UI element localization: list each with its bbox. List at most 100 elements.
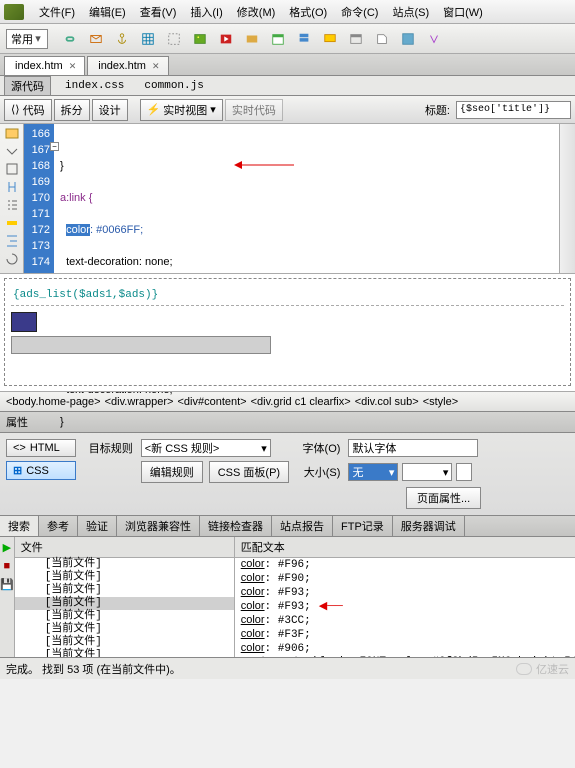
div-icon[interactable]: [164, 29, 184, 49]
comment-icon[interactable]: [320, 29, 340, 49]
menu-insert[interactable]: 插入(I): [183, 4, 229, 20]
status-bar: 完成。 找到 53 项 (在当前文件中)。 亿速云: [0, 657, 575, 679]
templates-icon[interactable]: [398, 29, 418, 49]
live-code-button: 实时代码: [225, 99, 283, 121]
subtab-css[interactable]: index.css: [59, 79, 130, 93]
column-header[interactable]: 文件: [15, 537, 234, 558]
menu-file[interactable]: 文件(F): [32, 4, 82, 20]
line-numbers-icon[interactable]: [5, 198, 19, 212]
page-properties-button[interactable]: 页面属性...: [406, 487, 481, 509]
chevron-down-icon: ▾: [210, 103, 216, 116]
design-preview[interactable]: {ads_list($ads1,$ads)}: [0, 274, 575, 392]
email-icon[interactable]: [86, 29, 106, 49]
list-item[interactable]: color: #F93;: [235, 586, 575, 600]
hyperlink-icon[interactable]: [60, 29, 80, 49]
list-item-selected[interactable]: [当前文件]: [15, 597, 234, 610]
live-view-button[interactable]: ⚡实时视图▾: [140, 99, 223, 121]
fold-icon[interactable]: −: [50, 142, 59, 151]
scrollbar[interactable]: [559, 124, 575, 273]
tab-validate[interactable]: 验证: [78, 516, 117, 536]
list-item[interactable]: ...target=_blank><FONT color=#6f2bd5><IM…: [235, 656, 575, 657]
tab-compat[interactable]: 浏览器兼容性: [117, 516, 200, 536]
list-item[interactable]: [当前文件]: [15, 571, 234, 584]
tab-search[interactable]: 搜索: [0, 516, 39, 536]
list-item[interactable]: [当前文件]: [15, 649, 234, 657]
indent-icon[interactable]: [5, 234, 19, 248]
code-editor: 166167168169170171172173174 − } a:link {…: [0, 124, 575, 274]
table-icon[interactable]: [138, 29, 158, 49]
close-icon[interactable]: ✕: [152, 61, 160, 72]
date-icon[interactable]: [268, 29, 288, 49]
tab-link-checker[interactable]: 链接检查器: [200, 516, 272, 536]
image-icon[interactable]: [190, 29, 210, 49]
menubar: 文件(F) 编辑(E) 查看(V) 插入(I) 修改(M) 格式(O) 命令(C…: [0, 0, 575, 24]
button-label: 设计: [99, 102, 121, 118]
title-input[interactable]: [456, 101, 571, 119]
related-files-bar: 源代码 index.css common.js: [0, 76, 575, 96]
toolbar-mode-combo[interactable]: 常用 ▾: [6, 29, 48, 49]
cloud-icon: [516, 663, 532, 675]
button-label: 实时代码: [232, 102, 276, 118]
selection-box[interactable]: [11, 336, 271, 354]
tab-site-report[interactable]: 站点报告: [272, 516, 333, 536]
list-item[interactable]: color: #F3F;: [235, 628, 575, 642]
menu-command[interactable]: 命令(C): [334, 4, 385, 20]
split-view-button[interactable]: 拆分: [54, 99, 90, 121]
menu-window[interactable]: 窗口(W): [436, 4, 490, 20]
list-item[interactable]: color: #3CC;: [235, 614, 575, 628]
code-view-button[interactable]: ⟨⟩代码: [4, 99, 52, 121]
highlight-icon[interactable]: [5, 216, 19, 230]
stop-icon[interactable]: ■: [4, 560, 11, 572]
document-tabs: index.htm ✕ index.htm ✕: [0, 54, 575, 76]
code-content[interactable]: − } a:link { color: #0066FF; text-decora…: [54, 124, 559, 273]
annotation-arrow-icon: ◀──: [319, 600, 343, 613]
list-item[interactable]: color: #F96;: [235, 558, 575, 572]
server-icon[interactable]: [294, 29, 314, 49]
head-icon[interactable]: [346, 29, 366, 49]
widget-icon[interactable]: [242, 29, 262, 49]
menu-format[interactable]: 格式(O): [282, 4, 334, 20]
list-item[interactable]: color: #906;: [235, 642, 575, 656]
tab-index-1[interactable]: index.htm ✕: [4, 56, 85, 75]
tab-label: index.htm: [98, 60, 146, 72]
list-item[interactable]: [当前文件]: [15, 584, 234, 597]
css-icon: ⊞: [13, 464, 22, 477]
tag-icon[interactable]: [424, 29, 444, 49]
select-parent-icon[interactable]: [5, 180, 19, 194]
code-icon: ⟨⟩: [11, 103, 20, 116]
anchor-icon[interactable]: [112, 29, 132, 49]
tab-ftp-log[interactable]: FTP记录: [333, 516, 393, 536]
expand-icon[interactable]: [5, 162, 19, 176]
list-item[interactable]: [当前文件]: [15, 623, 234, 636]
annotation-arrow-icon: [234, 159, 294, 171]
subtab-js[interactable]: common.js: [138, 79, 209, 93]
menu-site[interactable]: 站点(S): [385, 4, 436, 20]
collapse-icon[interactable]: [5, 144, 19, 158]
column-header[interactable]: 匹配文本: [235, 537, 575, 558]
save-icon[interactable]: 💾: [0, 578, 14, 591]
tab-server-debug[interactable]: 服务器调试: [393, 516, 465, 536]
list-item-selected[interactable]: color: #F93;◀──: [235, 600, 575, 614]
menu-view[interactable]: 查看(V): [133, 4, 184, 20]
list-item[interactable]: color: #F90;: [235, 572, 575, 586]
list-item[interactable]: [当前文件]: [15, 636, 234, 649]
wrap-icon[interactable]: [5, 252, 19, 266]
tab-index-2[interactable]: index.htm ✕: [87, 56, 168, 75]
play-icon[interactable]: ▶: [3, 541, 11, 554]
button-label: HTML: [30, 442, 60, 454]
watermark: 亿速云: [516, 661, 569, 677]
open-icon[interactable]: [5, 126, 19, 140]
button-label: CSS: [26, 465, 49, 477]
design-view-button[interactable]: 设计: [92, 99, 128, 121]
script-icon[interactable]: [372, 29, 392, 49]
media-icon[interactable]: [216, 29, 236, 49]
menu-modify[interactable]: 修改(M): [230, 4, 283, 20]
menu-edit[interactable]: 编辑(E): [82, 4, 133, 20]
tab-reference[interactable]: 参考: [39, 516, 78, 536]
close-icon[interactable]: ✕: [69, 61, 77, 72]
list-item[interactable]: [当前文件]: [15, 558, 234, 571]
tab-label: index.htm: [15, 60, 63, 72]
list-item[interactable]: [当前文件]: [15, 610, 234, 623]
subtab-source[interactable]: 源代码: [4, 76, 51, 96]
app-logo: [4, 4, 24, 20]
